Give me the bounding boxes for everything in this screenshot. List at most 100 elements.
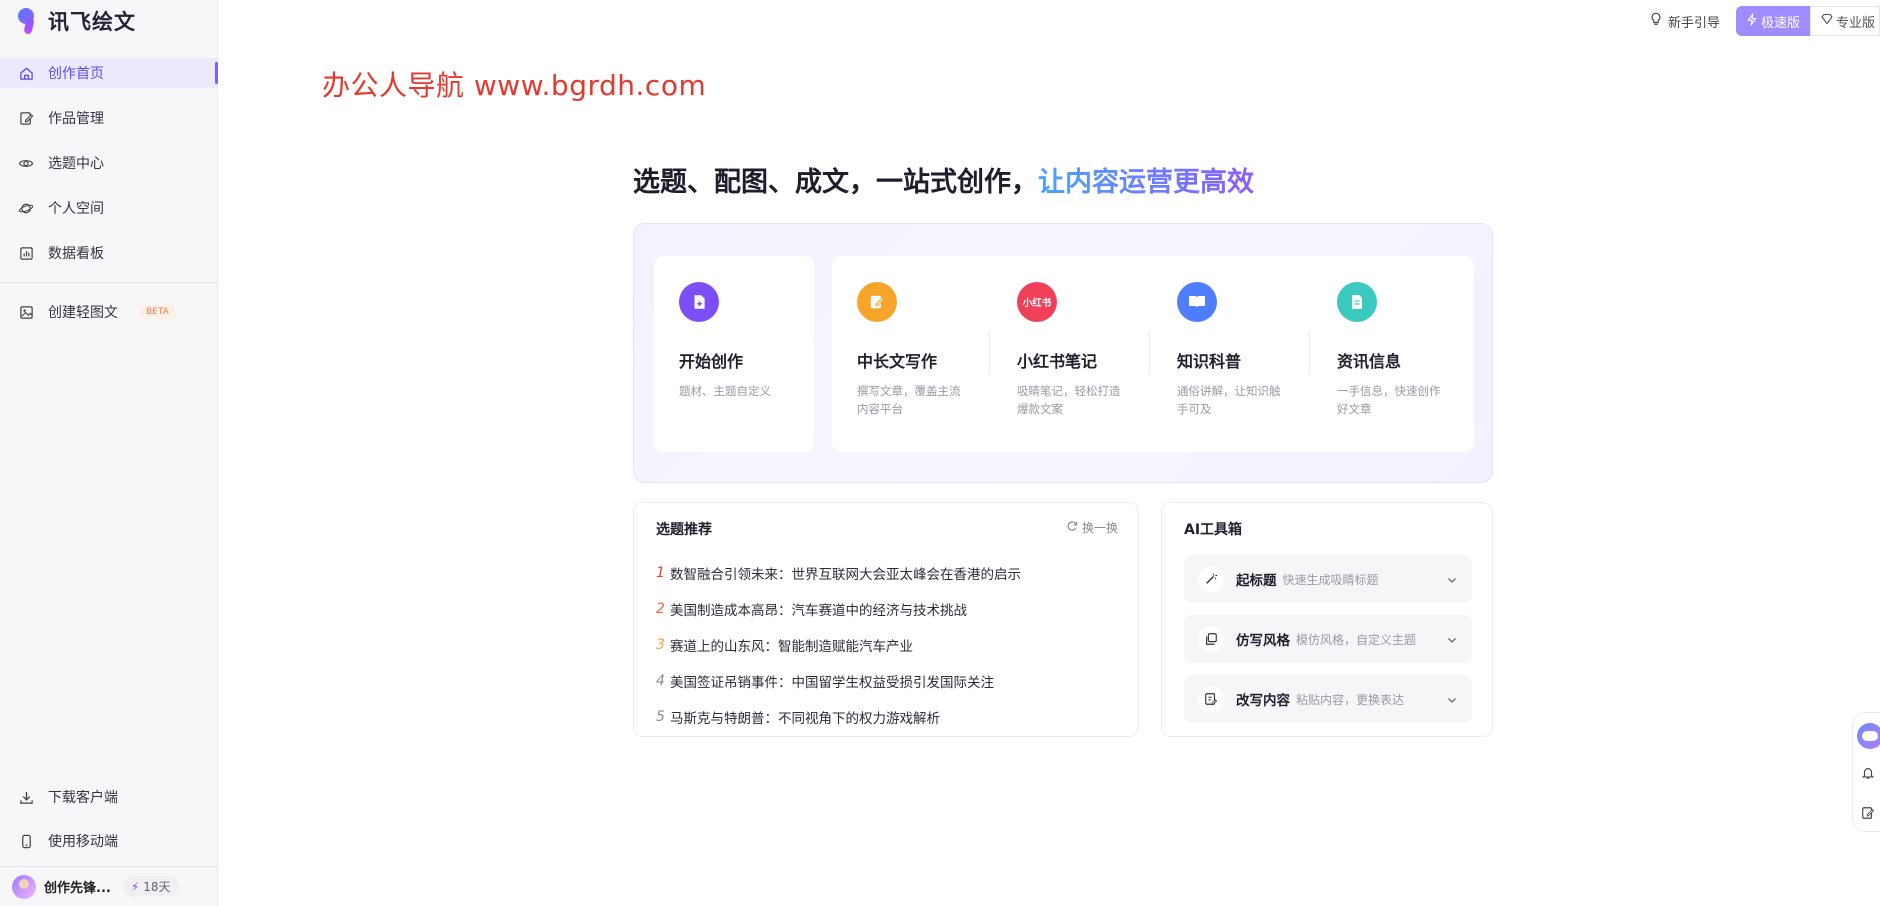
sidebar-nav: 创作首页 作品管理 选题中心 个人空间 数据看板 — [0, 58, 218, 342]
card-title: 中长文写作 — [857, 348, 987, 372]
card-desc: 题材、主题自定义 — [679, 382, 789, 400]
mobile-link[interactable]: 使用移动端 — [0, 826, 218, 856]
sidebar-divider — [0, 282, 218, 283]
floating-toolbar — [1852, 712, 1880, 832]
sidebar-item-works[interactable]: 作品管理 — [0, 103, 218, 133]
topic-text: 美国制造成本高昂：汽车赛道中的经济与技术挑战 — [670, 599, 967, 619]
logo-icon — [16, 6, 42, 36]
tool-rewrite[interactable]: 改写内容 粘贴内容，更换表达 — [1184, 675, 1472, 723]
app-logo[interactable]: 讯飞绘文 — [16, 6, 136, 36]
card-desc: 撰写文章，覆盖主流内容平台 — [857, 382, 967, 418]
card-desc: 通俗讲解，让知识触手可及 — [1177, 382, 1287, 418]
topic-text: 数智融合引领未来：世界互联网大会亚太峰会在香港的启示 — [670, 563, 1021, 583]
sidebar-item-dashboard[interactable]: 数据看板 — [0, 238, 218, 268]
download-client-link[interactable]: 下载客户端 — [0, 782, 218, 812]
membership-days[interactable]: ⚡ 18天 — [123, 876, 179, 897]
tool-desc: 模仿风格，自定义主题 — [1296, 631, 1416, 648]
sidebar-item-create-light[interactable]: 创建轻图文 BETA — [0, 297, 218, 327]
download-icon — [18, 789, 34, 805]
bulb-icon — [1649, 12, 1663, 30]
diamond-icon — [1821, 13, 1833, 29]
creation-hero: 开始创作 题材、主题自定义 中长文写作 撰写文章，覆盖主流内容平台 小红书 小红… — [633, 223, 1493, 483]
divider — [1309, 332, 1310, 374]
topic-recommendations: 选题推荐 换一换 1数智融合引领未来：世界互联网大会亚太峰会在香港的启示 2美国… — [633, 502, 1139, 737]
type-long-article[interactable]: 中长文写作 撰写文章，覆盖主流内容平台 — [857, 282, 987, 418]
tool-title-generator[interactable]: 起标题 快速生成吸睛标题 — [1184, 555, 1472, 603]
start-creation-card[interactable]: 开始创作 题材、主题自定义 — [654, 256, 814, 452]
card-title: 小红书笔记 — [1017, 348, 1147, 372]
refresh-button[interactable]: 换一换 — [1066, 519, 1118, 536]
sidebar-item-label: 数据看板 — [48, 243, 104, 263]
tool-desc: 粘贴内容，更换表达 — [1296, 691, 1404, 708]
chevron-down-icon — [1446, 571, 1458, 590]
tool-name: 仿写风格 — [1236, 629, 1290, 649]
sidebar-item-label: 创作首页 — [48, 63, 104, 83]
newbie-guide-label: 新手引导 — [1668, 12, 1720, 31]
topic-item[interactable]: 4美国签证吊销事件：中国留学生权益受损引发国际关注 — [656, 663, 1021, 699]
assistant-icon[interactable] — [1857, 723, 1880, 749]
copy-style-icon — [1198, 626, 1224, 652]
card-title: 开始创作 — [679, 348, 814, 372]
topic-number: 1 — [656, 565, 670, 581]
topic-text: 赛道上的山东风：智能制造赋能汽车产业 — [670, 635, 913, 655]
image-doc-icon — [18, 304, 34, 320]
topic-number: 5 — [656, 709, 670, 725]
topic-text: 马斯克与特朗普：不同视角下的权力游戏解析 — [670, 707, 940, 727]
writing-types-card: 中长文写作 撰写文章，覆盖主流内容平台 小红书 小红书笔记 吸睛笔记，轻松打造爆… — [832, 256, 1474, 452]
magic-wand-icon — [1198, 566, 1224, 592]
bell-icon[interactable] — [1861, 765, 1875, 784]
refresh-label: 换一换 — [1082, 519, 1118, 536]
sidebar: 讯飞绘文 创作首页 作品管理 选题中心 个人空间 — [0, 0, 218, 906]
fast-mode-button[interactable]: 极速版 — [1736, 6, 1810, 36]
chevron-down-icon — [1446, 631, 1458, 650]
sidebar-item-topics[interactable]: 选题中心 — [0, 148, 218, 178]
planet-icon — [18, 200, 34, 216]
refresh-icon — [1066, 520, 1078, 535]
topic-item[interactable]: 2美国制造成本高昂：汽车赛道中的经济与技术挑战 — [656, 591, 1021, 627]
pencil-doc-icon — [857, 282, 897, 322]
membership-days-value: 18天 — [143, 878, 170, 895]
card-title: 资讯信息 — [1337, 348, 1467, 372]
type-news[interactable]: 资讯信息 一手信息，快速创作好文章 — [1337, 282, 1467, 418]
home-icon — [18, 65, 34, 81]
topic-item[interactable]: 5马斯克与特朗普：不同视角下的权力游戏解析 — [656, 699, 1021, 735]
newbie-guide-button[interactable]: 新手引导 — [1649, 12, 1720, 31]
beta-badge: BETA — [140, 305, 175, 319]
card-desc: 吸睛笔记，轻松打造爆款文案 — [1017, 382, 1127, 418]
avatar — [12, 875, 36, 899]
watermark-text: 办公人导航 www.bgrdh.com — [322, 64, 706, 104]
sidebar-item-label: 个人空间 — [48, 198, 104, 218]
pro-mode-button[interactable]: 专业版 — [1810, 6, 1880, 36]
tool-name: 起标题 — [1236, 569, 1277, 589]
topic-item[interactable]: 3赛道上的山东风：智能制造赋能汽车产业 — [656, 627, 1021, 663]
card-title: 知识科普 — [1177, 348, 1307, 372]
divider — [989, 332, 990, 374]
tool-style-imitation[interactable]: 仿写风格 模仿风格，自定义主题 — [1184, 615, 1472, 663]
type-knowledge[interactable]: 知识科普 通俗讲解，让知识触手可及 — [1177, 282, 1307, 418]
user-profile[interactable]: 创作先锋... ⚡ 18天 — [0, 866, 218, 906]
user-name: 创作先锋... — [44, 877, 111, 896]
divider — [1149, 332, 1150, 374]
card-desc: 一手信息，快速创作好文章 — [1337, 382, 1447, 418]
type-xiaohongshu[interactable]: 小红书 小红书笔记 吸睛笔记，轻松打造爆款文案 — [1017, 282, 1147, 418]
xiaohongshu-icon: 小红书 — [1017, 282, 1057, 322]
panel-title: 选题推荐 — [656, 519, 712, 539]
topic-number: 3 — [656, 637, 670, 653]
feedback-icon[interactable] — [1861, 805, 1875, 824]
topic-list: 1数智融合引领未来：世界互联网大会亚太峰会在香港的启示 2美国制造成本高昂：汽车… — [656, 555, 1021, 735]
add-doc-icon — [679, 282, 719, 322]
sidebar-item-home[interactable]: 创作首页 — [0, 58, 218, 88]
mobile-label: 使用移动端 — [48, 831, 118, 851]
fast-mode-label: 极速版 — [1761, 12, 1800, 31]
headline-main: 选题、配图、成文，一站式创作， — [633, 167, 1038, 198]
news-doc-icon — [1337, 282, 1377, 322]
tool-name: 改写内容 — [1236, 689, 1290, 709]
topic-item[interactable]: 1数智融合引领未来：世界互联网大会亚太峰会在香港的启示 — [656, 555, 1021, 591]
headline-accent: 让内容运营更高效 — [1038, 167, 1254, 198]
eye-icon — [18, 155, 34, 171]
chart-icon — [18, 245, 34, 261]
chevron-down-icon — [1446, 691, 1458, 710]
tool-desc: 快速生成吸睛标题 — [1283, 571, 1379, 588]
sidebar-item-personal[interactable]: 个人空间 — [0, 193, 218, 223]
sidebar-bottom: 下载客户端 使用移动端 — [0, 782, 218, 870]
